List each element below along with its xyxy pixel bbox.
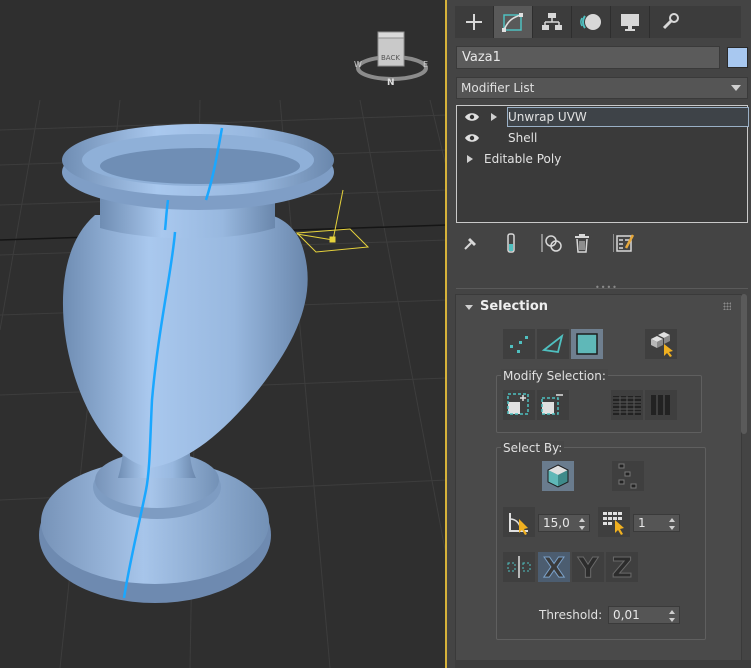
remove-modifier-button[interactable] xyxy=(570,230,594,256)
select-by-angle-button[interactable] xyxy=(503,507,535,537)
loop-selection-icon xyxy=(613,396,641,415)
loop-count-value: 1 xyxy=(638,516,646,530)
select-by-label: Select By: xyxy=(501,441,565,455)
select-by-element-button[interactable] xyxy=(542,461,574,491)
spinner-arrows-icon[interactable] xyxy=(579,518,585,530)
modify-selection-label: Modify Selection: xyxy=(501,369,608,383)
perspective-viewport[interactable]: BACK N W E xyxy=(0,0,447,668)
expand-arrow-icon[interactable] xyxy=(491,113,497,121)
configure-sets-icon xyxy=(613,234,635,252)
tab-motion[interactable] xyxy=(572,6,611,38)
eye-icon[interactable] xyxy=(464,112,480,122)
mirror-axis-button[interactable] xyxy=(503,552,535,582)
stack-item-label: Shell xyxy=(508,131,538,145)
vertex-dots-icon xyxy=(510,336,528,353)
stack-item-unwrap-uvw[interactable]: Unwrap UVW xyxy=(457,107,749,128)
shrink-selection-button[interactable] xyxy=(537,390,569,420)
modifier-list-dropdown[interactable]: Modifier List xyxy=(456,77,748,99)
ring-selection-icon xyxy=(651,395,670,415)
show-end-result-button[interactable] xyxy=(499,230,523,256)
viewport-scene xyxy=(0,99,447,668)
edge-path-icon xyxy=(618,463,637,489)
angle-spinner[interactable]: 15,0 xyxy=(538,514,590,532)
stack-item-editable-poly[interactable]: Editable Poly xyxy=(457,149,747,170)
pin-stack-icon xyxy=(464,238,476,250)
modify-icon xyxy=(502,13,523,32)
grid-cursor-icon xyxy=(603,512,624,535)
viewcube-back-face[interactable]: BACK xyxy=(381,54,400,62)
create-plus-icon xyxy=(466,14,482,30)
stack-toolbar xyxy=(456,230,748,258)
modifier-stack[interactable]: Unwrap UVW Shell Editable Poly xyxy=(456,105,749,223)
element-cube-icon xyxy=(547,464,569,488)
tab-utilities[interactable] xyxy=(650,6,689,38)
utilities-wrench-icon xyxy=(662,13,679,30)
make-unique-icon xyxy=(541,234,562,252)
angle-value: 15,0 xyxy=(543,516,570,530)
motion-icon xyxy=(580,14,601,30)
make-unique-button[interactable] xyxy=(540,230,564,256)
configure-sets-button[interactable] xyxy=(612,230,636,256)
axis-y-label: Y xyxy=(577,550,599,584)
planar-angle-icon xyxy=(509,513,528,535)
command-panel: Vaza1 Modifier List Unwrap UVW Shell Edi… xyxy=(447,0,751,668)
spinner-arrows-icon[interactable] xyxy=(669,518,675,530)
polygon-square-icon xyxy=(576,333,598,355)
threshold-label: Threshold: xyxy=(539,608,603,622)
axis-x-label: X xyxy=(543,550,566,584)
tab-display[interactable] xyxy=(611,6,650,38)
threshold-spinner[interactable]: 0,01 xyxy=(608,606,680,624)
stack-item-shell[interactable]: Shell xyxy=(457,128,747,149)
hierarchy-icon xyxy=(542,13,562,30)
selection-rollout: Selection Modify Selection: Select By: 1… xyxy=(455,294,742,664)
axis-y-button[interactable]: Y xyxy=(572,550,604,584)
loop-selection-button[interactable] xyxy=(611,390,643,420)
command-panel-scrollbar[interactable] xyxy=(741,294,747,434)
shrink-selection-icon xyxy=(541,394,563,415)
grow-selection-icon xyxy=(507,393,529,415)
expand-arrow-icon[interactable] xyxy=(467,155,473,163)
axis-x-button[interactable]: X xyxy=(538,550,570,584)
panel-divider xyxy=(456,288,748,289)
tab-create[interactable] xyxy=(455,6,494,38)
select-by-edge-loop-button[interactable] xyxy=(612,461,644,491)
rollout-title[interactable]: Selection xyxy=(480,299,548,314)
loop-count-spinner[interactable]: 1 xyxy=(633,514,680,532)
edge-triangle-icon xyxy=(541,333,564,354)
compass-east: E xyxy=(423,60,429,69)
axis-z-label: Z xyxy=(611,550,633,584)
remove-modifier-icon xyxy=(575,234,589,253)
rollout-grip-icon[interactable] xyxy=(723,302,731,310)
object-color-swatch[interactable] xyxy=(727,47,748,68)
mirror-selection-icon xyxy=(507,556,531,578)
command-panel-tabs xyxy=(455,6,741,38)
viewcube[interactable]: BACK N W E xyxy=(352,30,432,90)
ring-selection-button[interactable] xyxy=(645,390,677,420)
stack-item-label: Editable Poly xyxy=(484,152,562,166)
tab-modify[interactable] xyxy=(494,6,533,38)
chevron-down-icon xyxy=(731,85,741,91)
vertex-mode-button[interactable] xyxy=(503,329,535,359)
select-element-button[interactable] xyxy=(645,329,677,359)
axis-z-button[interactable]: Z xyxy=(606,550,638,584)
select-by-grid-button[interactable] xyxy=(598,507,630,537)
grow-selection-button[interactable] xyxy=(503,390,535,420)
tab-hierarchy[interactable] xyxy=(533,6,572,38)
eye-icon[interactable] xyxy=(464,133,480,143)
compass-north: N xyxy=(387,78,395,88)
object-name-input[interactable]: Vaza1 xyxy=(456,46,720,69)
stack-item-label: Unwrap UVW xyxy=(508,110,587,124)
rollout-collapse-icon[interactable] xyxy=(465,305,473,310)
next-rollout-edge xyxy=(455,660,751,668)
element-cubes-cursor-icon xyxy=(651,332,673,357)
threshold-value: 0,01 xyxy=(613,608,640,622)
show-end-result-icon xyxy=(507,233,515,253)
spinner-arrows-icon[interactable] xyxy=(669,610,675,622)
compass-west: W xyxy=(354,60,362,69)
pin-stack-button[interactable] xyxy=(459,230,483,256)
display-monitor-icon xyxy=(621,14,639,31)
edge-mode-button[interactable] xyxy=(537,329,569,359)
modifier-list-label: Modifier List xyxy=(461,81,535,95)
polygon-mode-button[interactable] xyxy=(571,329,603,359)
